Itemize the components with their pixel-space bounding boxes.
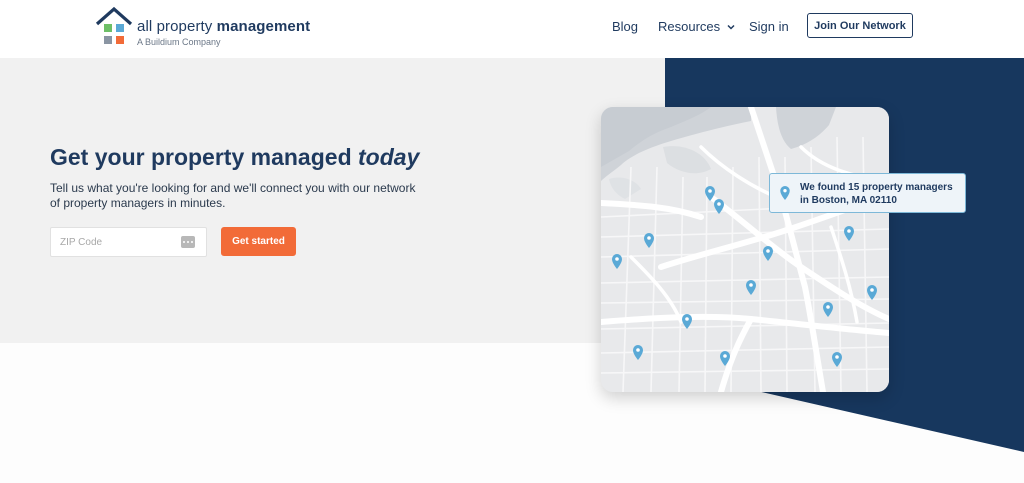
nav-resources-menu[interactable]: Resources	[658, 19, 736, 34]
results-callout: We found 15 property managers in Boston,…	[769, 173, 966, 213]
brand-tagline: A Buildium Company	[137, 37, 221, 47]
map-pin-icon	[780, 185, 790, 201]
zip-field[interactable]	[50, 227, 207, 257]
results-callout-text: We found 15 property managers in Boston,…	[800, 182, 953, 206]
map-preview	[601, 107, 889, 392]
hero-title: Get your property managed today	[50, 144, 420, 170]
street-map	[601, 107, 889, 392]
autofill-icon[interactable]	[181, 236, 195, 248]
site-header: all property management A Buildium Compa…	[0, 0, 1024, 58]
nav-blog-link[interactable]: Blog	[612, 19, 638, 34]
get-started-button[interactable]: Get started	[221, 227, 296, 256]
nav-resources-label: Resources	[658, 19, 721, 34]
zip-code-input[interactable]	[51, 228, 176, 256]
brand-name: all property management	[137, 18, 311, 35]
chevron-down-icon	[727, 24, 735, 30]
house-logo-icon	[95, 6, 133, 44]
hero-description: Tell us what you're looking for and we'l…	[50, 181, 416, 210]
join-network-button[interactable]: Join Our Network	[807, 13, 913, 38]
page: all property management A Buildium Compa…	[0, 0, 1024, 483]
nav-signin-link[interactable]: Sign in	[749, 19, 789, 34]
brand-logo[interactable]: all property management A Buildium Compa…	[95, 6, 310, 50]
